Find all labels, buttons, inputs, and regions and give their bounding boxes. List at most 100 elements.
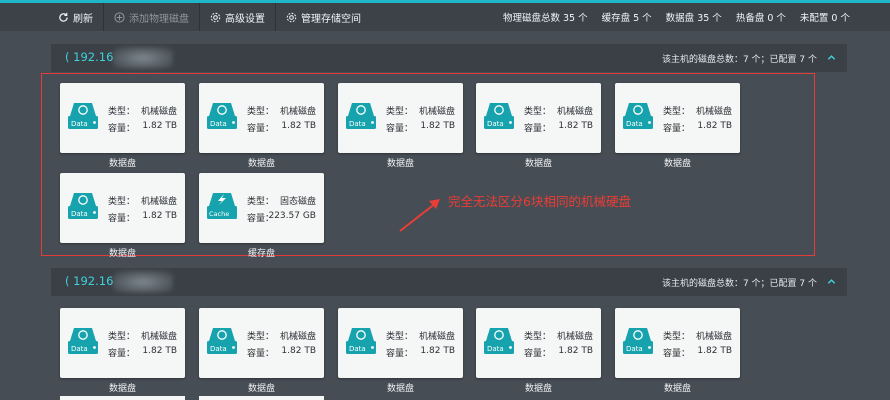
capacity-label: 容量： — [108, 349, 136, 359]
disk-type: 机械磁盘 — [695, 332, 732, 342]
disk-capacity: 1.82 TB — [281, 346, 316, 356]
hard-disk-icon: Data — [484, 328, 514, 354]
add-disk-button[interactable]: 添加物理磁盘 — [103, 3, 199, 31]
type-label: 类型： — [247, 107, 275, 117]
capacity-label: 容量： — [108, 124, 136, 134]
disk-badge: Data — [349, 345, 366, 353]
chevron-up-icon[interactable] — [827, 53, 836, 62]
disk-role-caption: 数据盘 — [247, 384, 275, 394]
host-summary: 该主机的磁盘总数：7 个；已配置 7 个 — [661, 55, 817, 65]
hard-disk-icon: Data — [484, 103, 514, 129]
advanced-settings-label: 高级设置 — [225, 13, 265, 25]
disk-capacity: 1.82 TB — [697, 121, 732, 131]
type-label: 类型： — [386, 107, 414, 117]
chevron-up-icon[interactable] — [827, 277, 836, 286]
disk-type: 机械磁盘 — [556, 107, 593, 117]
disk-capacity: 1.82 TB — [558, 346, 593, 356]
disk-type: 机械磁盘 — [556, 332, 593, 342]
disk-role-caption: 数据盘 — [524, 159, 552, 169]
disk-card[interactable]: Data 类型： 机械磁盘 容量： 1.82 TB — [199, 308, 324, 378]
hard-disk-icon: Data — [68, 328, 98, 354]
stat-physical: 物理磁盘总数 35 个 — [502, 13, 588, 24]
capacity-label: 容量： — [524, 349, 552, 359]
capacity-label: 容量： — [247, 349, 275, 359]
host-ip: ( 192.16 — [65, 274, 114, 288]
disk-card[interactable]: Data 类型： 机械磁盘 容量： 1.82 TB — [60, 308, 185, 378]
add-disk-label: 添加物理磁盘 — [129, 13, 189, 25]
disk-card[interactable]: Data 类型： 机械磁盘 容量： 1.82 TB — [338, 83, 463, 153]
stat-data: 数据盘 35 个 — [665, 13, 722, 24]
ssd-icon: Cache — [207, 193, 237, 219]
refresh-button[interactable]: 刷新 — [0, 3, 103, 31]
type-label: 类型： — [108, 332, 136, 342]
disk-badge: Data — [626, 345, 643, 353]
disk-card[interactable]: Data 类型： 机械磁盘 容量： 1.82 TB — [338, 308, 463, 378]
disk-capacity: 1.82 TB — [142, 346, 177, 356]
type-label: 类型： — [247, 332, 275, 342]
disk-type: 机械磁盘 — [140, 332, 177, 342]
disk-card[interactable]: Data 类型： 机械磁盘 容量： 1.82 TB — [199, 83, 324, 153]
disk-role-caption: 数据盘 — [386, 159, 414, 169]
disk-capacity: 223.57 GB — [268, 211, 316, 221]
disk-capacity: 1.82 TB — [142, 211, 177, 221]
disk-card-partial — [60, 396, 185, 400]
type-label: 类型： — [663, 332, 691, 342]
disk-capacity: 1.82 TB — [142, 121, 177, 131]
capacity-label: 容量： — [663, 124, 691, 134]
disk-role-caption: 数据盘 — [247, 159, 275, 169]
stat-hot-spare: 热备盘 0 个 — [735, 13, 786, 24]
host-header[interactable]: ( 192.16 该主机的磁盘总数：7 个；已配置 7 个 — [51, 268, 847, 296]
type-label: 类型： — [386, 332, 414, 342]
disk-role-caption: 数据盘 — [386, 384, 414, 394]
disk-badge: Data — [349, 120, 366, 128]
plus-circle-icon — [114, 11, 125, 23]
capacity-label: 容量： — [524, 124, 552, 134]
hard-disk-icon: Data — [623, 103, 653, 129]
disk-role-caption: 数据盘 — [663, 159, 691, 169]
capacity-label: 容量： — [663, 349, 691, 359]
capacity-label: 容量： — [386, 124, 414, 134]
redacted-ip — [113, 47, 173, 69]
disk-badge: Cache — [209, 210, 229, 218]
capacity-label: 容量： — [247, 124, 275, 134]
disk-type: 固态磁盘 — [279, 197, 316, 207]
disk-capacity: 1.82 TB — [420, 121, 455, 131]
hard-disk-icon: Data — [68, 193, 98, 219]
disk-capacity: 1.82 TB — [558, 121, 593, 131]
annotation-text: 完全无法区分6块相同的机械硬盘 — [448, 194, 631, 209]
refresh-label: 刷新 — [73, 13, 93, 25]
disk-card[interactable]: Data 类型： 机械磁盘 容量： 1.82 TB — [60, 83, 185, 153]
disk-role-caption: 数据盘 — [108, 249, 136, 259]
disk-card[interactable]: Data 类型： 机械磁盘 容量： 1.82 TB — [476, 83, 601, 153]
disk-badge: Data — [626, 120, 643, 128]
disk-badge: Data — [210, 345, 227, 353]
capacity-label: 容量： — [386, 349, 414, 359]
advanced-settings-button[interactable]: 高级设置 — [199, 3, 275, 31]
disk-type: 机械磁盘 — [418, 107, 455, 117]
gear-icon — [210, 12, 221, 22]
disk-card[interactable]: Data 类型： 机械磁盘 容量： 1.82 TB — [615, 308, 740, 378]
hard-disk-icon: Data — [623, 328, 653, 354]
hard-disk-icon: Data — [68, 103, 98, 129]
disk-badge: Data — [71, 210, 88, 218]
type-label: 类型： — [247, 197, 275, 207]
disk-badge: Data — [487, 120, 504, 128]
manage-storage-label: 管理存储空间 — [301, 13, 361, 25]
type-label: 类型： — [108, 107, 136, 117]
disk-role-caption: 数据盘 — [108, 384, 136, 394]
host-header[interactable]: ( 192.16 该主机的磁盘总数：7 个；已配置 7 个 — [51, 44, 847, 72]
disk-card[interactable]: Cache 类型： 固态磁盘 容量： 223.57 GB — [199, 173, 324, 243]
disk-stats: 物理磁盘总数 35 个 缓存盘 5 个 数据盘 35 个 热备盘 0 个 未配置… — [503, 3, 850, 31]
host-ip: ( 192.16 — [65, 50, 114, 64]
type-label: 类型： — [524, 332, 552, 342]
manage-storage-button[interactable]: 管理存储空间 — [275, 3, 371, 31]
disk-badge: Data — [210, 120, 227, 128]
disk-capacity: 1.82 TB — [697, 346, 732, 356]
disk-card[interactable]: Data 类型： 机械磁盘 容量： 1.82 TB — [60, 173, 185, 243]
disk-card[interactable]: Data 类型： 机械磁盘 容量： 1.82 TB — [615, 83, 740, 153]
disk-badge: Data — [71, 120, 88, 128]
annotation-arrow — [399, 199, 440, 232]
disk-type: 机械磁盘 — [279, 332, 316, 342]
disk-card[interactable]: Data 类型： 机械磁盘 容量： 1.82 TB — [476, 308, 601, 378]
hard-disk-icon: Data — [207, 328, 237, 354]
